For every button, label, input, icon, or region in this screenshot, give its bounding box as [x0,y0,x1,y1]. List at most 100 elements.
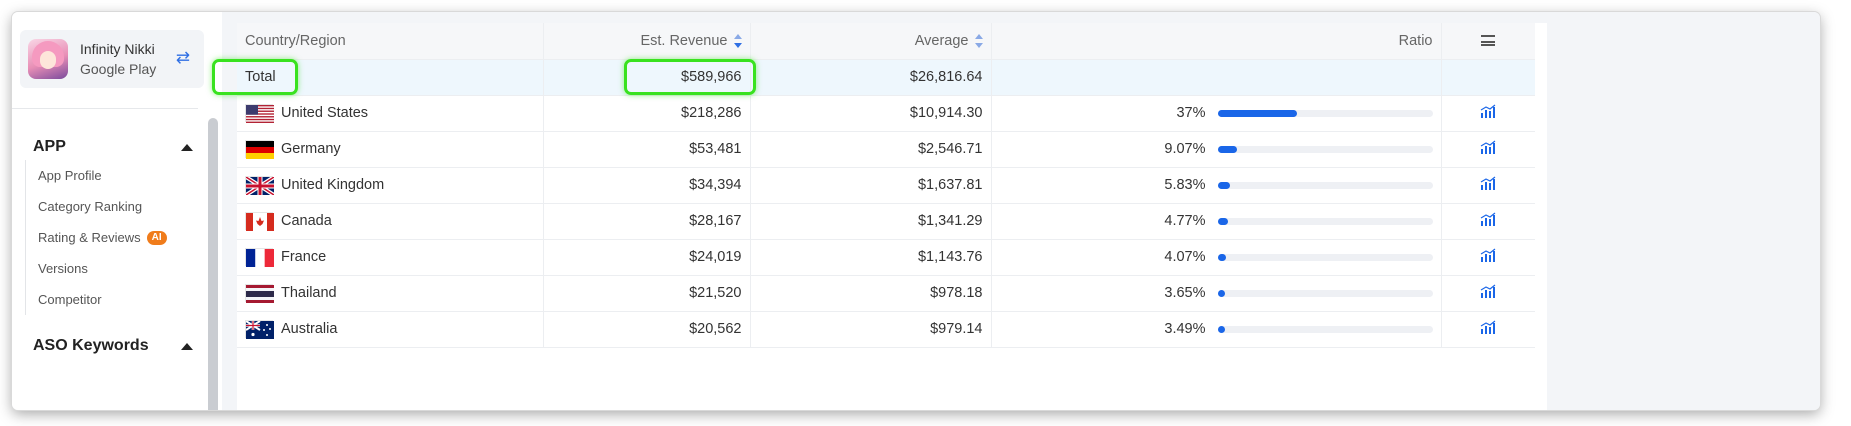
ratio-value: 4.07% [1164,249,1206,265]
country-name: United Kingdom [281,177,385,193]
ratio-bar-fill [1217,325,1226,333]
table-edge [1535,23,1547,410]
app-store: Google Play [80,61,157,77]
ratio-cell: 9.07% [991,131,1442,168]
country-name: France [281,249,327,265]
ratio-value: 3.49% [1164,321,1206,337]
total-row: Total $589,966 $26,816.64 [237,59,1535,96]
revenue-table-container: Country/Region Est. Revenue Average Rati… [237,23,1535,410]
ratio-bar [1217,109,1433,117]
flag-de-icon [245,140,274,159]
ratio-bar [1217,145,1433,153]
sidebar-scrollbar[interactable] [208,118,218,410]
country-name: Australia [281,321,338,337]
average-cell: $978.18 [750,275,992,312]
main-content: Country/Region Est. Revenue Average Rati… [222,12,1820,410]
trend-chart-icon[interactable] [1480,176,1496,194]
sidebar-item-label: Competitor [38,292,102,307]
ratio-cell: 3.49% [991,311,1442,348]
country-name: United States [281,105,369,121]
trend-cell [1441,275,1535,312]
ratio-value: 5.83% [1164,177,1206,193]
ratio-cell: 37% [991,95,1442,132]
trend-chart-icon[interactable] [1480,140,1496,158]
revenue-table: Country/Region Est. Revenue Average Rati… [237,23,1535,348]
trend-cell [1441,167,1535,204]
sidebar-divider [12,108,198,109]
sidebar: Infinity Nikki Google Play ⇄ APP App Pro… [12,12,222,410]
sidebar-item-versions[interactable]: Versions [26,253,167,284]
ratio-bar [1217,217,1433,225]
trend-chart-icon[interactable] [1480,212,1496,230]
average-cell: $10,914.30 [750,95,992,132]
header-country: Country/Region [237,23,544,60]
table-row: United Kingdom $34,394 $1,637.81 5.83% [237,167,1535,204]
country-name: Thailand [281,285,337,301]
sidebar-item-label: App Profile [38,168,102,183]
section-title: ASO Keywords [33,337,149,354]
section-title: APP [33,138,66,155]
country-name: Canada [281,213,332,229]
sidebar-menu: App Profile Category Ranking Rating & Re… [25,160,167,315]
country-cell: Germany [237,131,544,168]
revenue-cell: $218,286 [543,95,751,132]
average-cell: $1,341.29 [750,203,992,240]
average-cell: $1,637.81 [750,167,992,204]
trend-chart-icon[interactable] [1480,284,1496,302]
sidebar-item-label: Rating & Reviews [38,230,141,245]
total-ratio [991,59,1442,96]
ratio-value: 9.07% [1164,141,1206,157]
average-cell: $979.14 [750,311,992,348]
revenue-cell: $24,019 [543,239,751,276]
ratio-bar [1217,289,1433,297]
collapse-caret-icon[interactable] [181,143,193,151]
swap-icon[interactable]: ⇄ [176,48,190,68]
trend-chart-icon[interactable] [1480,248,1496,266]
total-action [1441,59,1535,96]
trend-chart-icon[interactable] [1480,104,1496,122]
header-average[interactable]: Average [750,23,992,60]
ratio-bar-fill [1217,253,1227,261]
ratio-bar-fill [1217,109,1298,117]
revenue-cell: $21,520 [543,275,751,312]
ratio-cell: 4.07% [991,239,1442,276]
sort-icon[interactable] [733,33,742,48]
sidebar-item-competitor[interactable]: Competitor [26,284,167,315]
ratio-cell: 4.77% [991,203,1442,240]
table-row: Australia $20,562 $979.14 3.49% [237,311,1535,348]
ai-badge: AI [146,230,167,245]
sidebar-item-rating-reviews[interactable]: Rating & Reviews AI [26,222,167,253]
section-aso-header[interactable]: ASO Keywords [33,337,193,355]
sidebar-item-app-profile[interactable]: App Profile [26,160,167,191]
table-header-row: Country/Region Est. Revenue Average Rati… [237,23,1535,60]
section-app-header[interactable]: APP [33,138,193,156]
table-row: Thailand $21,520 $978.18 3.65% [237,275,1535,312]
flag-ca-icon [245,212,274,231]
trend-cell [1441,203,1535,240]
collapse-caret-icon[interactable] [181,342,193,350]
sidebar-item-category-ranking[interactable]: Category Ranking [26,191,167,222]
ratio-bar-fill [1217,289,1226,297]
highlight-total-label [212,59,298,95]
total-average: $26,816.64 [750,59,992,96]
country-cell: Thailand [237,275,544,312]
app-switcher[interactable]: Infinity Nikki Google Play ⇄ [20,30,204,88]
menu-icon[interactable] [1481,35,1496,47]
country-cell: United States [237,95,544,132]
trend-chart-icon[interactable] [1480,320,1496,338]
ratio-bar [1217,325,1433,333]
header-revenue[interactable]: Est. Revenue [543,23,751,60]
table-row: Canada $28,167 $1,341.29 4.77% [237,203,1535,240]
ratio-value: 3.65% [1164,285,1206,301]
sort-icon[interactable] [974,33,983,48]
flag-th-icon [245,284,274,303]
header-ratio: Ratio [991,23,1442,60]
column-menu[interactable] [1441,23,1535,60]
flag-au-icon [245,320,274,339]
app-avatar [28,39,68,79]
app-name: Infinity Nikki [80,41,155,57]
country-name: Germany [281,141,341,157]
revenue-cell: $34,394 [543,167,751,204]
flag-gb-icon [244,175,276,197]
table-row: United States $218,286 $10,914.30 37% [237,95,1535,132]
